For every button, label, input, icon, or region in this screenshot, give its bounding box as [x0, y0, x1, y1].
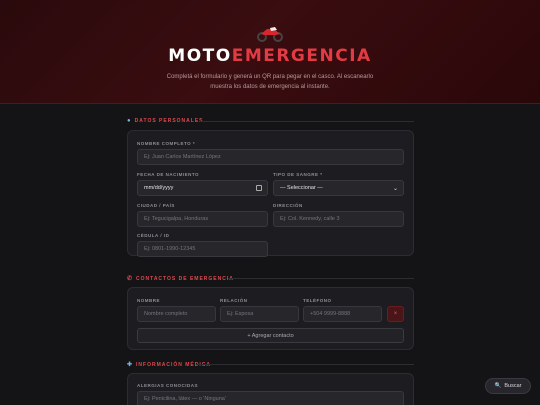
- medical-card: ALERGIAS CONOCIDAS Ej: Penicilina, látex…: [127, 373, 414, 405]
- blood-type-select[interactable]: — Seleccionar — ⌄: [273, 180, 404, 196]
- search-icon: 🔍: [494, 383, 502, 389]
- city-label: CIUDAD / PAÍS: [137, 203, 175, 208]
- id-label: CÉDULA / ID: [137, 233, 170, 238]
- search-button[interactable]: 🔍 Buscar: [485, 378, 531, 394]
- address-label: DIRECCIÓN: [273, 203, 303, 208]
- id-input[interactable]: Ej: 0801-1990-12345: [137, 241, 268, 257]
- contact-phone-input[interactable]: +504 9999-8888: [303, 306, 382, 322]
- add-contact-button[interactable]: + Agregar contacto: [137, 328, 404, 343]
- section-divider: [200, 121, 414, 122]
- address-input[interactable]: Ej: Col. Kennedy, calle 3: [273, 211, 404, 227]
- col-name-header: NOMBRE: [137, 298, 160, 303]
- motorcycle-icon: [257, 27, 283, 42]
- city-input[interactable]: Ej: Tegucigalpa, Honduras: [137, 211, 268, 227]
- col-relation-header: RELACIÓN: [220, 298, 248, 303]
- person-icon: ●: [127, 118, 132, 124]
- contact-relation-input[interactable]: Ej: Esposa: [220, 306, 299, 322]
- remove-contact-button[interactable]: ×: [387, 306, 404, 322]
- name-label: NOMBRE COMPLETO *: [137, 141, 196, 146]
- calendar-icon[interactable]: [256, 185, 262, 191]
- app-subtitle: Completá el formulario y generá un QR pa…: [166, 74, 374, 90]
- dob-label: FECHA DE NACIMIENTO: [137, 172, 200, 177]
- contact-name-input[interactable]: Nombre completo: [137, 306, 216, 322]
- app-title: MOTOEMERGENCIA: [168, 46, 372, 66]
- chevron-down-icon: ⌄: [392, 186, 398, 192]
- section-personal-heading: ● DATOS PERSONALES: [127, 118, 204, 124]
- phone-icon: ✆: [127, 276, 134, 282]
- hero-header: MOTOEMERGENCIA Completá el formulario y …: [0, 0, 540, 104]
- allergies-input[interactable]: Ej: Penicilina, látex — o 'Ninguna': [137, 391, 404, 405]
- section-divider: [228, 278, 414, 279]
- personal-card: NOMBRE COMPLETO * Ej: Juan Carlos Martín…: [127, 130, 414, 257]
- close-icon: ×: [393, 311, 398, 317]
- col-phone-header: TELÉFONO: [303, 298, 332, 303]
- dob-input[interactable]: mm/dd/yyyy: [137, 180, 268, 196]
- blood-type-label: TIPO DE SANGRE *: [273, 172, 323, 177]
- allergies-label: ALERGIAS CONOCIDAS: [137, 383, 199, 388]
- medical-icon: ✚: [127, 362, 134, 368]
- full-name-input[interactable]: Ej: Juan Carlos Martínez López: [137, 149, 404, 165]
- section-contacts-heading: ✆ CONTACTOS DE EMERGENCIA: [127, 275, 234, 283]
- section-divider: [196, 364, 414, 365]
- contacts-card: NOMBRE RELACIÓN TELÉFONO Nombre completo…: [127, 287, 414, 350]
